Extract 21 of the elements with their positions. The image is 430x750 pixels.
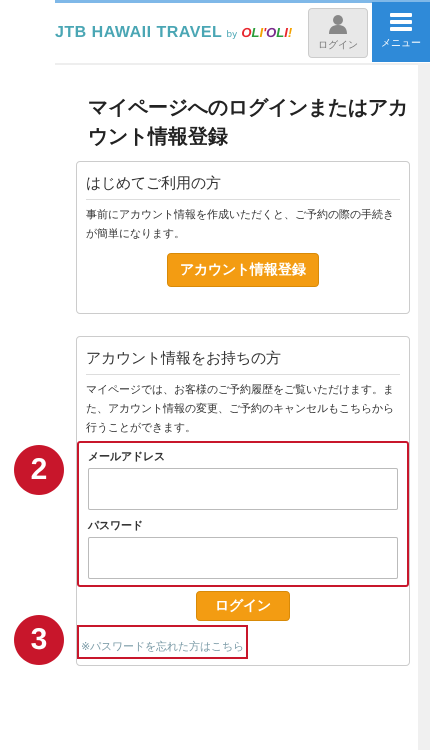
logo-by-text: by [226,30,238,40]
section-description: マイページでは、お客様のご予約履歴をご覧いただけます。また、アカウント情報の変更、ご予約のキャンセルもこちらから行うことができます。 [86,382,395,436]
brand-logo: OLI'OLI! [241,25,292,40]
step-marker: 2 [14,445,64,496]
logo-text[interactable]: JTB HAWAII TRAVEL [55,24,222,42]
page-title: マイページへのログインまたはアカウント情報登録 [88,94,408,150]
login-button[interactable]: ログイン [308,8,368,58]
forgot-password-link[interactable]: ※パスワードを忘れた方はこちら [81,640,244,654]
field-label: メールアドレス [88,449,166,464]
menu-icon [390,13,412,31]
register-button[interactable]: アカウント情報登録 [167,253,319,288]
menu-button[interactable]: メニュー [372,2,430,62]
section-heading: アカウント情報をお持ちの方 [86,349,400,376]
section-description: 事前にアカウント情報を作成いただくと、ご予約の際の手続きが簡単になります。 [86,207,395,242]
field-label: パスワード [88,518,144,534]
input-field[interactable] [88,537,398,580]
login-button[interactable]: ログイン [196,591,290,622]
step-marker: 3 [14,615,64,666]
input-field[interactable] [88,468,398,510]
section-heading: はじめてご利用の方 [86,174,400,200]
user-icon [328,14,348,34]
